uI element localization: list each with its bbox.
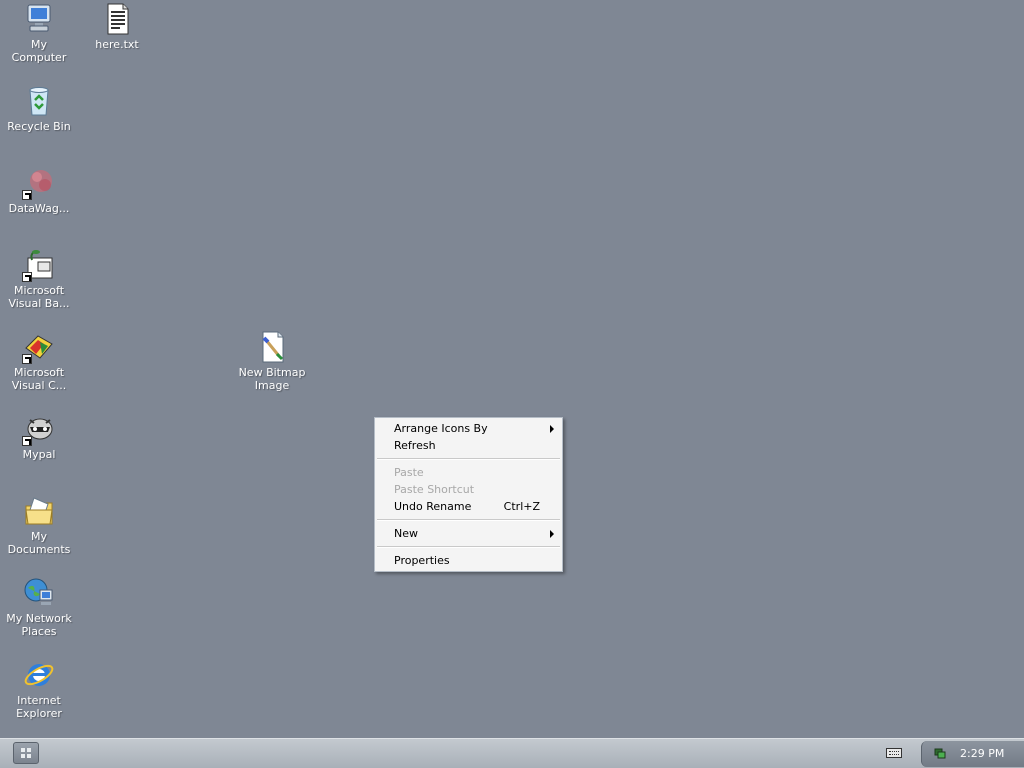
desktop-icon-label: Mypal [22, 448, 56, 461]
menu-separator [377, 458, 560, 460]
menu-item-label: Refresh [394, 439, 436, 452]
internet-explorer-icon [22, 658, 56, 692]
desktop-icon-datawag[interactable]: DataWag... [0, 166, 78, 215]
shortcut-arrow-icon [22, 436, 32, 446]
desktop-context-menu: Arrange Icons By Refresh Paste Paste Sho… [374, 417, 563, 572]
menu-item-label: Properties [394, 554, 450, 567]
desktop-icon-label: Microsoft Visual Ba... [8, 284, 70, 310]
desktop-icon-visual-c[interactable]: Microsoft Visual C... [0, 330, 78, 392]
system-tray: 2:29 PM [921, 741, 1024, 767]
visual-c-shortcut-icon [22, 330, 56, 364]
taskbar-clock[interactable]: 2:29 PM [960, 747, 1004, 760]
menu-item-paste-shortcut[interactable]: Paste Shortcut [375, 481, 562, 498]
bitmap-image-icon [255, 330, 289, 364]
menu-separator [377, 546, 560, 548]
keyboard-icon[interactable] [886, 748, 902, 758]
menu-item-label: New [394, 527, 418, 540]
menu-item-undo-rename[interactable]: Undo Rename Ctrl+Z [375, 498, 562, 515]
desktop-icon-label: My Computer [11, 38, 67, 64]
menu-item-label: Paste [394, 466, 424, 479]
menu-item-refresh[interactable]: Refresh [375, 437, 562, 454]
menu-separator [377, 519, 560, 521]
desktop-icon-visual-basic[interactable]: Microsoft Visual Ba... [0, 248, 78, 310]
desktop-icon-recycle-bin[interactable]: Recycle Bin [0, 84, 78, 133]
recycle-bin-icon [22, 84, 56, 118]
shortcut-arrow-icon [22, 272, 32, 282]
desktop-icon-internet-explorer[interactable]: Internet Explorer [0, 658, 78, 720]
desktop-icon-my-computer[interactable]: My Computer [0, 2, 78, 64]
shortcut-arrow-icon [22, 190, 32, 200]
network-places-icon [22, 576, 56, 610]
menu-item-new[interactable]: New [375, 525, 562, 542]
desktop-icon-new-bitmap-image[interactable]: New Bitmap Image [233, 330, 311, 392]
menu-item-paste[interactable]: Paste [375, 464, 562, 481]
desktop-icon-here-txt[interactable]: here.txt [78, 2, 156, 51]
mypal-shortcut-icon [22, 412, 56, 446]
menu-item-properties[interactable]: Properties [375, 552, 562, 569]
my-documents-icon [22, 494, 56, 528]
desktop-icon-mypal[interactable]: Mypal [0, 412, 78, 461]
menu-item-shortcut: Ctrl+Z [503, 500, 540, 513]
menu-item-label: Arrange Icons By [394, 422, 488, 435]
desktop-icon-label: My Network Places [6, 612, 72, 638]
text-file-icon [100, 2, 134, 36]
desktop[interactable]: My Computer here.txt Recycle Bin DataWag… [0, 0, 1024, 738]
my-computer-icon [22, 2, 56, 36]
desktop-icon-label: DataWag... [8, 202, 70, 215]
desktop-icon-label: Internet Explorer [16, 694, 62, 720]
menu-item-label: Paste Shortcut [394, 483, 475, 496]
submenu-arrow-icon [550, 425, 554, 433]
datawag-shortcut-icon [22, 166, 56, 200]
desktop-icon-label: Recycle Bin [7, 120, 71, 133]
desktop-icon-my-network-places[interactable]: My Network Places [0, 576, 78, 638]
network-icon[interactable] [934, 747, 946, 759]
shortcut-arrow-icon [22, 354, 32, 364]
start-grid-icon [21, 748, 31, 758]
visual-basic-shortcut-icon [22, 248, 56, 282]
desktop-icon-label: here.txt [95, 38, 139, 51]
start-button[interactable] [13, 742, 39, 764]
menu-item-arrange-icons-by[interactable]: Arrange Icons By [375, 420, 562, 437]
desktop-icon-my-documents[interactable]: My Documents [0, 494, 78, 556]
desktop-icon-label: My Documents [7, 530, 71, 556]
desktop-icon-label: New Bitmap Image [238, 366, 306, 392]
taskbar: 2:29 PM [0, 738, 1024, 768]
menu-item-label: Undo Rename [394, 500, 472, 513]
submenu-arrow-icon [550, 530, 554, 538]
desktop-icon-label: Microsoft Visual C... [11, 366, 67, 392]
